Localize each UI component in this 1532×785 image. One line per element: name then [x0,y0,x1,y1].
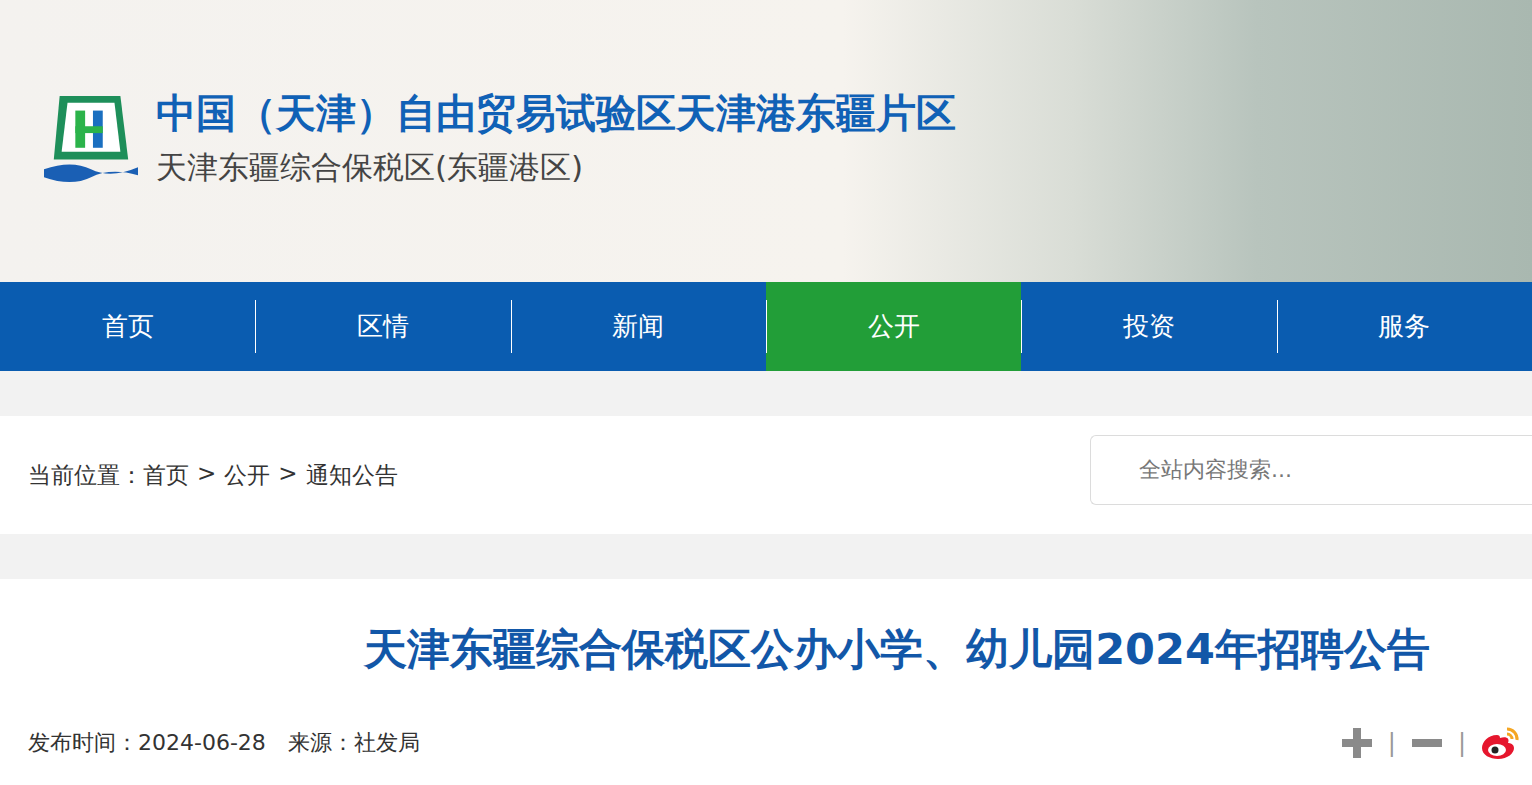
search-placeholder: 全站内容搜索... [1139,455,1292,485]
spacer-strip [0,371,1532,416]
nav-item[interactable]: 区情 [255,282,510,371]
tool-separator: | [1458,729,1466,757]
site-title: 中国（天津）自由贸易试验区天津港东疆片区 [156,86,956,141]
publish-date: 发布时间：2024-06-28 [28,728,266,758]
breadcrumb-item[interactable]: 通知公告 [306,460,398,491]
search-field[interactable]: 全站内容搜索... [1090,435,1532,505]
page: 中国（天津）自由贸易试验区天津港东疆片区 天津东疆综合保税区(东疆港区) 首页区… [0,0,1532,785]
zoom-out-icon[interactable] [1410,726,1444,760]
nav-item[interactable]: 投资 [1021,282,1276,371]
nav-item[interactable]: 公开 [766,282,1021,371]
nav-item[interactable]: 服务 [1277,282,1532,371]
site-titles: 中国（天津）自由贸易试验区天津港东疆片区 天津东疆综合保税区(东疆港区) [156,86,956,189]
article-tools: | | [1340,725,1520,761]
article-title: 天津东疆综合保税区公办小学、幼儿园2024年招聘公告 [0,621,1532,679]
breadcrumb-row: 当前位置： 首页 > 公开 > 通知公告 全站内容搜索... [0,416,1532,534]
main-nav: 首页区情新闻公开投资服务 [0,282,1532,371]
site-logo-icon[interactable] [42,91,140,184]
breadcrumb-label: 当前位置： [28,460,143,491]
nav-item[interactable]: 新闻 [511,282,766,371]
weibo-share-icon[interactable] [1480,725,1520,761]
breadcrumb-separator: > [278,460,297,491]
breadcrumb-separator: > [197,460,216,491]
article-meta-row: 发布时间：2024-06-28 来源：社发局 | | [0,725,1532,761]
site-header: 中国（天津）自由贸易试验区天津港东疆片区 天津东疆综合保税区(东疆港区) [0,0,1532,282]
breadcrumb-item[interactable]: 公开 [224,460,270,491]
tool-separator: | [1388,729,1396,757]
nav-item[interactable]: 首页 [0,282,255,371]
article-meta: 发布时间：2024-06-28 来源：社发局 [28,728,420,758]
spacer-strip [0,534,1532,579]
breadcrumb-item[interactable]: 首页 [143,460,189,491]
article-source: 来源：社发局 [288,728,420,758]
breadcrumb: 当前位置： 首页 > 公开 > 通知公告 [28,460,398,491]
site-subtitle: 天津东疆综合保税区(东疆港区) [156,147,956,189]
article: 天津东疆综合保税区公办小学、幼儿园2024年招聘公告 发布时间：2024-06-… [0,579,1532,761]
zoom-in-icon[interactable] [1340,726,1374,760]
